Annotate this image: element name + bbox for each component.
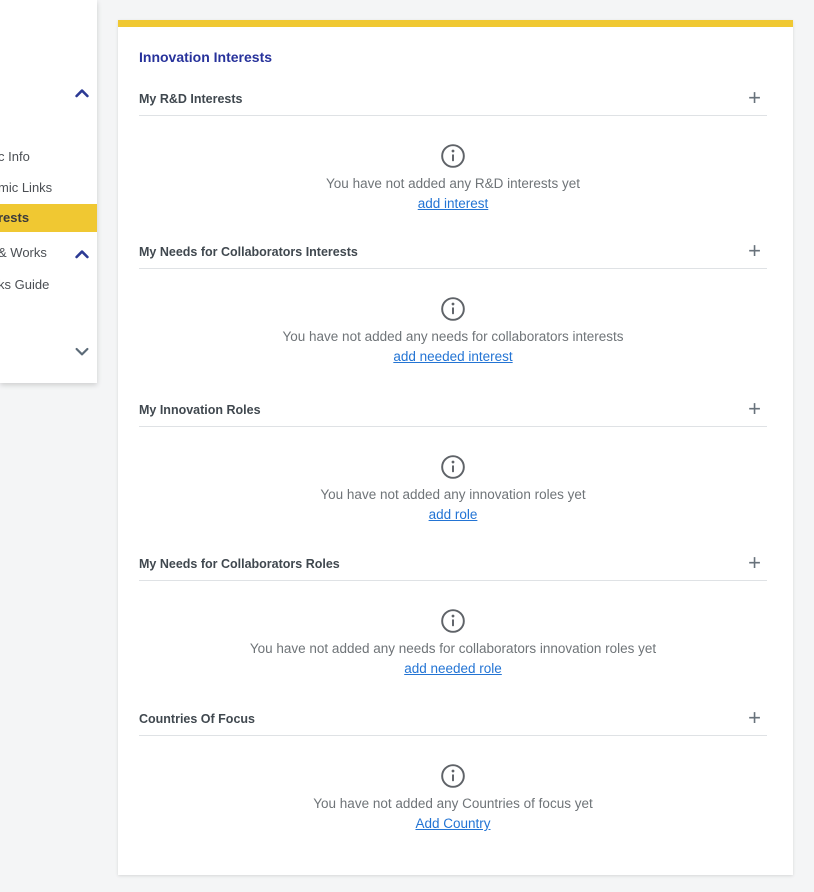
section-collaborators-roles: My Needs for Collaborators Roles + You h… bbox=[139, 557, 767, 676]
add-plus-icon[interactable]: + bbox=[748, 243, 761, 259]
add-role-link[interactable]: add role bbox=[429, 507, 478, 522]
empty-state: You have not added any innovation roles … bbox=[139, 454, 767, 522]
screen: c Info mic Links rests & Works ks Guide … bbox=[0, 0, 814, 892]
sidebar-item-label: c Info bbox=[0, 150, 30, 164]
add-plus-icon[interactable]: + bbox=[748, 90, 761, 106]
sidebar-item-academic-links[interactable]: mic Links bbox=[0, 181, 97, 195]
empty-message: You have not added any R&D interests yet bbox=[326, 176, 580, 192]
chevron-up-icon[interactable] bbox=[75, 246, 89, 256]
section-title: My R&D Interests bbox=[139, 92, 243, 107]
section-title: My Needs for Collaborators Interests bbox=[139, 245, 358, 260]
add-needed-interest-link[interactable]: add needed interest bbox=[393, 349, 512, 364]
section-innovation-roles: My Innovation Roles + You have not added… bbox=[139, 403, 767, 522]
add-plus-icon[interactable]: + bbox=[748, 401, 761, 417]
add-plus-icon[interactable]: + bbox=[748, 555, 761, 571]
profile-sidebar: c Info mic Links rests & Works ks Guide bbox=[0, 0, 97, 383]
section-rd-interests: My R&D Interests + You have not added an… bbox=[139, 92, 767, 211]
add-interest-link[interactable]: add interest bbox=[418, 196, 489, 211]
section-header: My R&D Interests + bbox=[139, 92, 767, 116]
empty-state: You have not added any R&D interests yet… bbox=[139, 143, 767, 211]
empty-message: You have not added any needs for collabo… bbox=[283, 329, 624, 345]
info-icon bbox=[440, 296, 466, 322]
section-header: My Innovation Roles + bbox=[139, 403, 767, 427]
sidebar-item-label: & Works bbox=[0, 246, 47, 260]
section-collaborators-interests: My Needs for Collaborators Interests + Y… bbox=[139, 245, 767, 364]
chevron-down-icon[interactable] bbox=[75, 344, 89, 354]
section-title: Countries Of Focus bbox=[139, 712, 255, 727]
sidebar-item-label: ks Guide bbox=[0, 278, 49, 292]
empty-state: You have not added any needs for collabo… bbox=[139, 608, 767, 676]
empty-message: You have not added any Countries of focu… bbox=[313, 796, 592, 812]
info-icon bbox=[440, 143, 466, 169]
add-plus-icon[interactable]: + bbox=[748, 710, 761, 726]
info-icon bbox=[440, 454, 466, 480]
empty-message: You have not added any needs for collabo… bbox=[250, 641, 656, 657]
sidebar-item-basic-info[interactable]: c Info bbox=[0, 150, 97, 164]
section-countries-of-focus: Countries Of Focus + You have not added … bbox=[139, 712, 767, 831]
section-title: My Innovation Roles bbox=[139, 403, 261, 418]
section-header: My Needs for Collaborators Roles + bbox=[139, 557, 767, 581]
empty-state: You have not added any needs for collabo… bbox=[139, 296, 767, 364]
sidebar-item-label: mic Links bbox=[0, 181, 52, 195]
section-header: Countries Of Focus + bbox=[139, 712, 767, 736]
info-icon bbox=[440, 763, 466, 789]
add-needed-role-link[interactable]: add needed role bbox=[404, 661, 502, 676]
chevron-up-icon[interactable] bbox=[75, 85, 89, 95]
empty-message: You have not added any innovation roles … bbox=[320, 487, 585, 503]
empty-state: You have not added any Countries of focu… bbox=[139, 763, 767, 831]
info-icon bbox=[440, 608, 466, 634]
innovation-interests-panel: Innovation Interests My R&D Interests + … bbox=[118, 20, 793, 875]
add-country-link[interactable]: Add Country bbox=[415, 816, 490, 831]
sidebar-item-label: rests bbox=[0, 211, 29, 225]
sidebar-item-works-guide[interactable]: ks Guide bbox=[0, 278, 97, 292]
section-header: My Needs for Collaborators Interests + bbox=[139, 245, 767, 269]
sidebar-item-interests-active[interactable]: rests bbox=[0, 204, 97, 232]
section-title: My Needs for Collaborators Roles bbox=[139, 557, 340, 572]
page-title: Innovation Interests bbox=[139, 49, 272, 65]
